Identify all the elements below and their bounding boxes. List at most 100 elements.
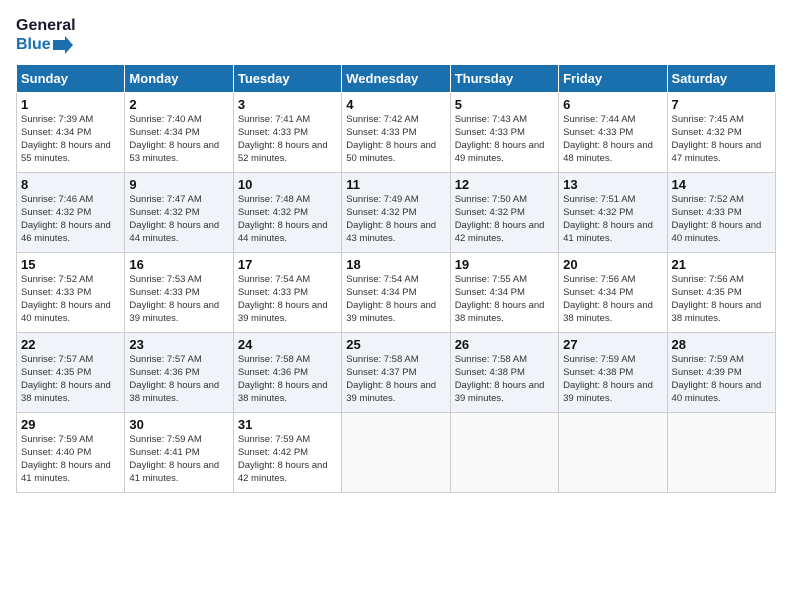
cell-info: Sunrise: 7:55 AMSunset: 4:34 PMDaylight:… [455, 274, 554, 325]
day-number: 19 [455, 257, 554, 272]
calendar-table: SundayMondayTuesdayWednesdayThursdayFrid… [16, 64, 776, 493]
logo-text-general: General [16, 16, 76, 35]
logo-arrow-icon [53, 36, 73, 54]
calendar-cell: 9 Sunrise: 7:47 AMSunset: 4:32 PMDaylight… [125, 173, 233, 253]
cell-info: Sunrise: 7:54 AMSunset: 4:34 PMDaylight:… [346, 274, 445, 325]
week-row-2: 8 Sunrise: 7:46 AMSunset: 4:32 PMDaylight… [17, 173, 776, 253]
header: General Blue [16, 16, 776, 54]
cell-info: Sunrise: 7:58 AMSunset: 4:38 PMDaylight:… [455, 354, 554, 405]
day-number: 12 [455, 177, 554, 192]
day-number: 17 [238, 257, 337, 272]
day-number: 18 [346, 257, 445, 272]
calendar-cell: 5 Sunrise: 7:43 AMSunset: 4:33 PMDaylight… [450, 93, 558, 173]
calendar-cell [559, 413, 667, 493]
week-row-3: 15 Sunrise: 7:52 AMSunset: 4:33 PMDayligh… [17, 253, 776, 333]
day-number: 26 [455, 337, 554, 352]
calendar-cell: 28 Sunrise: 7:59 AMSunset: 4:39 PMDayligh… [667, 333, 775, 413]
calendar-cell [342, 413, 450, 493]
day-number: 13 [563, 177, 662, 192]
cell-info: Sunrise: 7:52 AMSunset: 4:33 PMDaylight:… [672, 194, 771, 245]
cell-info: Sunrise: 7:49 AMSunset: 4:32 PMDaylight:… [346, 194, 445, 245]
calendar-cell: 13 Sunrise: 7:51 AMSunset: 4:32 PMDayligh… [559, 173, 667, 253]
day-number: 25 [346, 337, 445, 352]
day-number: 2 [129, 97, 228, 112]
logo-graphic: General Blue [16, 16, 76, 54]
day-header-wednesday: Wednesday [342, 65, 450, 93]
day-number: 11 [346, 177, 445, 192]
calendar-cell: 3Sunrise: 7:41 AMSunset: 4:33 PMDaylight… [233, 93, 341, 173]
cell-info: Sunrise: 7:40 AMSunset: 4:34 PMDaylight:… [129, 114, 228, 165]
cell-info: Sunrise: 7:56 AMSunset: 4:34 PMDaylight:… [563, 274, 662, 325]
cell-info: Sunrise: 7:43 AMSunset: 4:33 PMDaylight:… [455, 114, 554, 165]
cell-info: Sunrise: 7:52 AMSunset: 4:33 PMDaylight:… [21, 274, 120, 325]
day-number: 31 [238, 417, 337, 432]
cell-info: Sunrise: 7:41 AMSunset: 4:33 PMDaylight:… [238, 114, 337, 165]
calendar-cell: 24 Sunrise: 7:58 AMSunset: 4:36 PMDayligh… [233, 333, 341, 413]
calendar-cell: 25Sunrise: 7:58 AMSunset: 4:37 PMDayligh… [342, 333, 450, 413]
cell-info: Sunrise: 7:45 AMSunset: 4:32 PMDaylight:… [672, 114, 771, 165]
day-number: 23 [129, 337, 228, 352]
cell-info: Sunrise: 7:58 AMSunset: 4:36 PMDaylight:… [238, 354, 337, 405]
calendar-cell: 18 Sunrise: 7:54 AMSunset: 4:34 PMDayligh… [342, 253, 450, 333]
calendar-cell: 23 Sunrise: 7:57 AMSunset: 4:36 PMDayligh… [125, 333, 233, 413]
day-number: 28 [672, 337, 771, 352]
calendar-cell: 29Sunrise: 7:59 AMSunset: 4:40 PMDayligh… [17, 413, 125, 493]
calendar-cell: 21Sunrise: 7:56 AMSunset: 4:35 PMDayligh… [667, 253, 775, 333]
day-number: 22 [21, 337, 120, 352]
day-number: 4 [346, 97, 445, 112]
cell-info: Sunrise: 7:59 AMSunset: 4:42 PMDaylight:… [238, 434, 337, 485]
calendar-cell: 27Sunrise: 7:59 AMSunset: 4:38 PMDayligh… [559, 333, 667, 413]
header-row: SundayMondayTuesdayWednesdayThursdayFrid… [17, 65, 776, 93]
day-number: 24 [238, 337, 337, 352]
cell-info: Sunrise: 7:50 AMSunset: 4:32 PMDaylight:… [455, 194, 554, 245]
day-header-thursday: Thursday [450, 65, 558, 93]
calendar-cell: 4 Sunrise: 7:42 AMSunset: 4:33 PMDaylight… [342, 93, 450, 173]
cell-info: Sunrise: 7:59 AMSunset: 4:38 PMDaylight:… [563, 354, 662, 405]
calendar-cell: 1 Sunrise: 7:39 AMSunset: 4:34 PMDaylight… [17, 93, 125, 173]
cell-info: Sunrise: 7:56 AMSunset: 4:35 PMDaylight:… [672, 274, 771, 325]
day-header-saturday: Saturday [667, 65, 775, 93]
calendar-cell: 11 Sunrise: 7:49 AMSunset: 4:32 PMDayligh… [342, 173, 450, 253]
cell-info: Sunrise: 7:54 AMSunset: 4:33 PMDaylight:… [238, 274, 337, 325]
page-container: General Blue SundayMondayTuesdayWednesda… [0, 0, 792, 501]
day-number: 9 [129, 177, 228, 192]
week-row-5: 29Sunrise: 7:59 AMSunset: 4:40 PMDayligh… [17, 413, 776, 493]
cell-info: Sunrise: 7:39 AMSunset: 4:34 PMDaylight:… [21, 114, 120, 165]
calendar-cell: 19 Sunrise: 7:55 AMSunset: 4:34 PMDayligh… [450, 253, 558, 333]
day-number: 1 [21, 97, 120, 112]
calendar-cell: 8 Sunrise: 7:46 AMSunset: 4:32 PMDaylight… [17, 173, 125, 253]
day-number: 8 [21, 177, 120, 192]
cell-info: Sunrise: 7:57 AMSunset: 4:36 PMDaylight:… [129, 354, 228, 405]
cell-info: Sunrise: 7:51 AMSunset: 4:32 PMDaylight:… [563, 194, 662, 245]
day-header-friday: Friday [559, 65, 667, 93]
day-number: 7 [672, 97, 771, 112]
cell-info: Sunrise: 7:59 AMSunset: 4:41 PMDaylight:… [129, 434, 228, 485]
cell-info: Sunrise: 7:47 AMSunset: 4:32 PMDaylight:… [129, 194, 228, 245]
cell-info: Sunrise: 7:42 AMSunset: 4:33 PMDaylight:… [346, 114, 445, 165]
cell-info: Sunrise: 7:57 AMSunset: 4:35 PMDaylight:… [21, 354, 120, 405]
calendar-cell: 30Sunrise: 7:59 AMSunset: 4:41 PMDayligh… [125, 413, 233, 493]
cell-info: Sunrise: 7:46 AMSunset: 4:32 PMDaylight:… [21, 194, 120, 245]
day-number: 15 [21, 257, 120, 272]
calendar-cell: 2 Sunrise: 7:40 AMSunset: 4:34 PMDaylight… [125, 93, 233, 173]
logo: General Blue [16, 16, 76, 54]
day-number: 10 [238, 177, 337, 192]
logo-text-blue: Blue [16, 35, 76, 54]
calendar-cell: 15 Sunrise: 7:52 AMSunset: 4:33 PMDayligh… [17, 253, 125, 333]
week-row-1: 1 Sunrise: 7:39 AMSunset: 4:34 PMDaylight… [17, 93, 776, 173]
calendar-cell: 20 Sunrise: 7:56 AMSunset: 4:34 PMDayligh… [559, 253, 667, 333]
calendar-cell: 14 Sunrise: 7:52 AMSunset: 4:33 PMDayligh… [667, 173, 775, 253]
calendar-cell [450, 413, 558, 493]
cell-info: Sunrise: 7:59 AMSunset: 4:39 PMDaylight:… [672, 354, 771, 405]
calendar-cell [667, 413, 775, 493]
calendar-cell: 26 Sunrise: 7:58 AMSunset: 4:38 PMDayligh… [450, 333, 558, 413]
calendar-cell: 22 Sunrise: 7:57 AMSunset: 4:35 PMDayligh… [17, 333, 125, 413]
day-number: 20 [563, 257, 662, 272]
cell-info: Sunrise: 7:59 AMSunset: 4:40 PMDaylight:… [21, 434, 120, 485]
calendar-cell: 10Sunrise: 7:48 AMSunset: 4:32 PMDayligh… [233, 173, 341, 253]
day-header-monday: Monday [125, 65, 233, 93]
calendar-cell: 6Sunrise: 7:44 AMSunset: 4:33 PMDaylight… [559, 93, 667, 173]
calendar-cell: 12 Sunrise: 7:50 AMSunset: 4:32 PMDayligh… [450, 173, 558, 253]
day-number: 5 [455, 97, 554, 112]
day-number: 14 [672, 177, 771, 192]
